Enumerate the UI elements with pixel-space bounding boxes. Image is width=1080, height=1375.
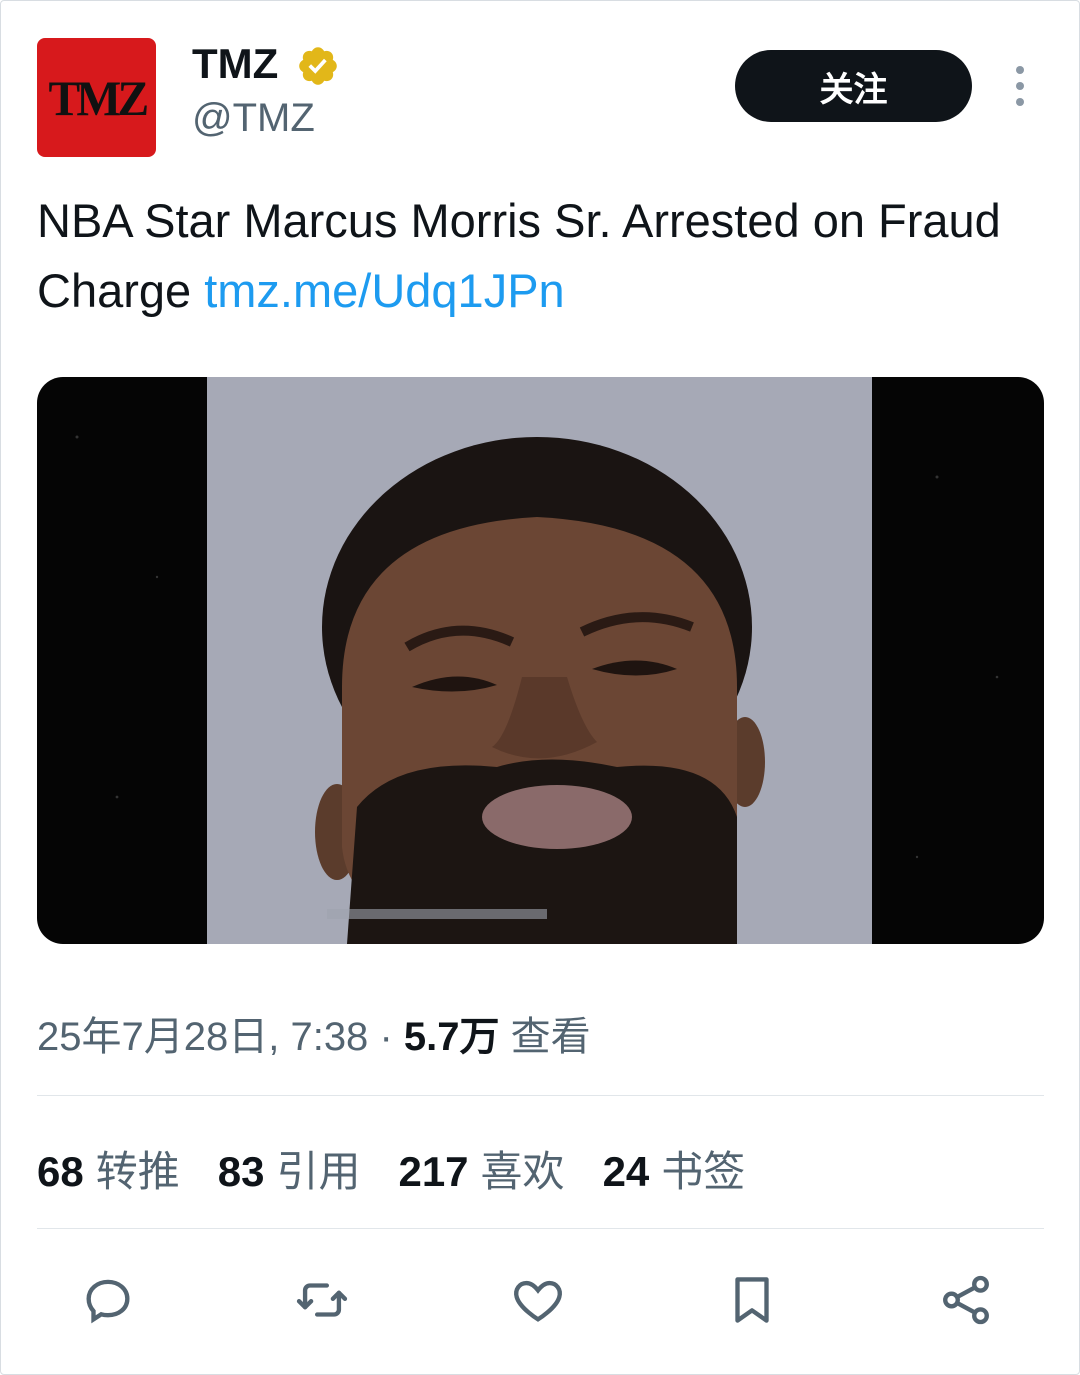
action-bar — [0, 1270, 1080, 1330]
view-label: 查看 — [510, 1015, 591, 1059]
dot — [1016, 66, 1024, 74]
engagement-stats: 68 转推 83 引用 217 喜欢 24 书签 — [37, 1138, 783, 1199]
avatar[interactable]: TMZ — [37, 38, 156, 157]
dot — [1016, 98, 1024, 106]
share-icon[interactable] — [936, 1270, 996, 1330]
tweet-text: NBA Star Marcus Morris Sr. Arrested on F… — [37, 186, 1047, 326]
like-icon[interactable] — [508, 1270, 568, 1330]
tweet-link[interactable]: tmz.me/Udq1JPn — [204, 264, 564, 317]
follow-button[interactable]: 关注 — [735, 50, 972, 122]
stat-bookmarks[interactable]: 24 书签 — [603, 1138, 746, 1199]
view-count: 5.7万 — [403, 1015, 500, 1059]
avatar-logo-text: TMZ — [48, 69, 149, 126]
tweet-meta: 25年7月28日, 7:38 · 5.7万 查看 — [37, 1004, 591, 1062]
stat-retweets[interactable]: 68 转推 — [37, 1138, 180, 1199]
verified-badge-icon — [299, 47, 337, 85]
reply-icon[interactable] — [78, 1270, 138, 1330]
timestamp[interactable]: 25年7月28日, 7:38 — [37, 1015, 368, 1059]
dot — [1016, 82, 1024, 90]
divider — [37, 1228, 1044, 1229]
more-options-icon[interactable] — [1006, 66, 1034, 106]
bookmark-icon[interactable] — [722, 1270, 782, 1330]
mugshot-photo — [75, 435, 999, 944]
display-name[interactable]: TMZ — [192, 40, 278, 88]
stat-quotes[interactable]: 83 引用 — [218, 1138, 361, 1199]
divider — [37, 1095, 1044, 1096]
stat-likes[interactable]: 217 喜欢 — [398, 1138, 564, 1199]
user-handle[interactable]: @TMZ — [192, 96, 315, 141]
meta-separator: · — [379, 1015, 393, 1059]
retweet-icon[interactable] — [292, 1270, 352, 1330]
tweet-media[interactable] — [37, 377, 1044, 944]
